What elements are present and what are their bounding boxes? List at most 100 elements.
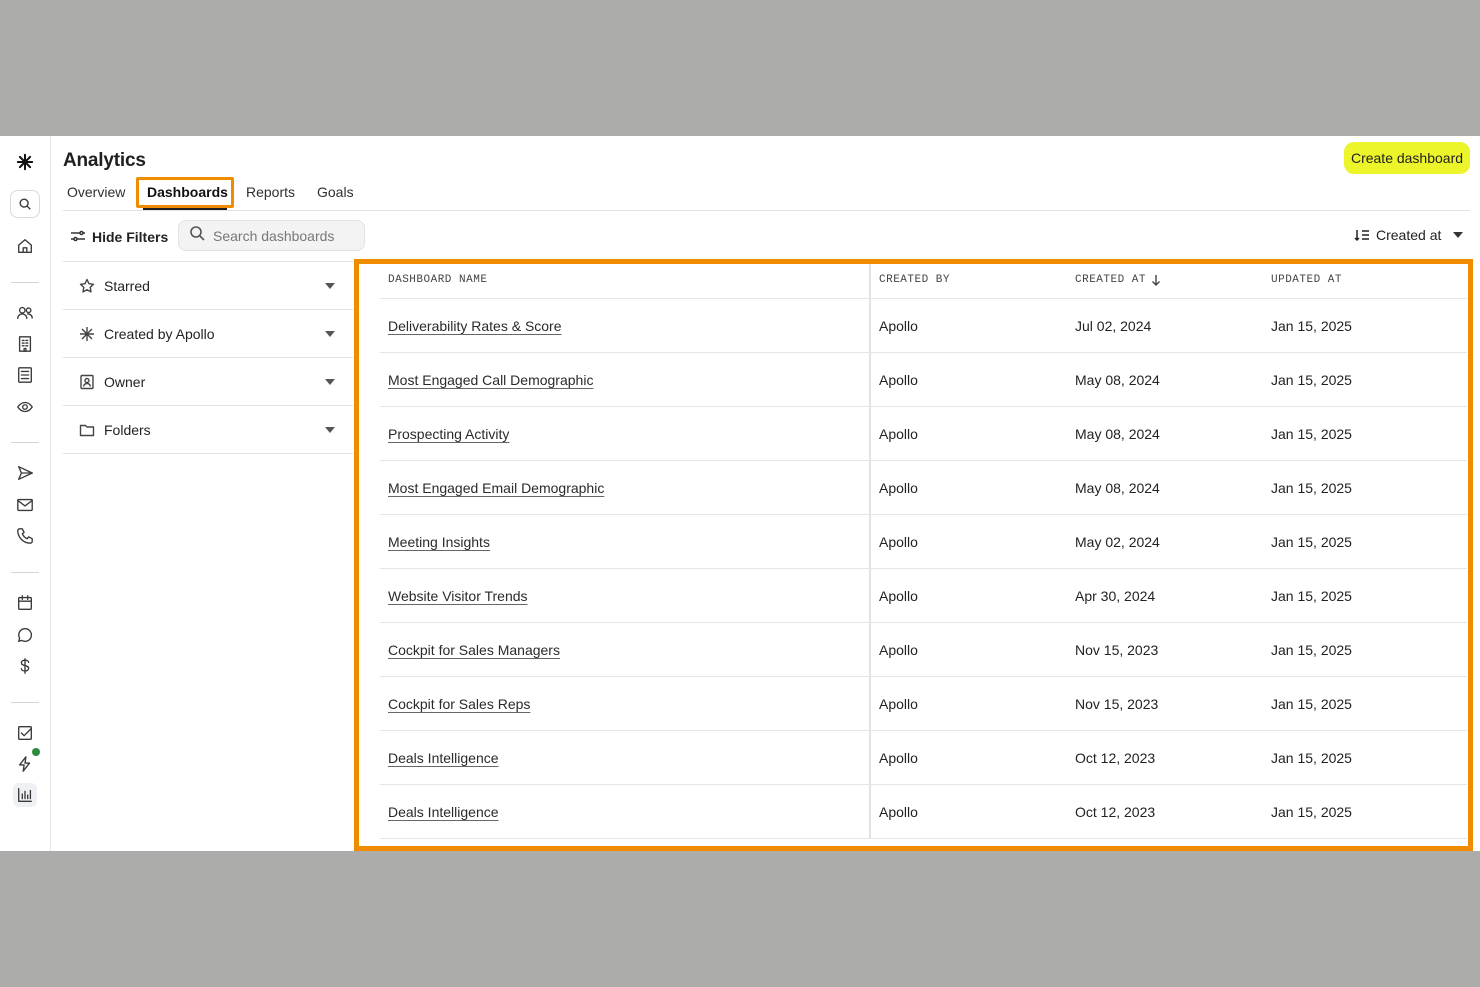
column-header-label: DASHBOARD NAME <box>388 273 488 286</box>
created-at-cell: Nov 15, 2023 <box>1075 695 1159 712</box>
chat-icon[interactable] <box>13 623 37 647</box>
column-header-dashboard-name[interactable]: DASHBOARD NAME <box>380 261 871 298</box>
table-cell: Deals Intelligence <box>380 785 871 838</box>
dashboard-name-link[interactable]: Meeting Insights <box>388 534 490 550</box>
table-cell: Meeting Insights <box>380 515 871 568</box>
table-cell: Jan 15, 2025 <box>1263 461 1467 514</box>
created-at-cell: May 08, 2024 <box>1075 371 1160 388</box>
rail-divider <box>11 282 39 283</box>
created-by-cell: Apollo <box>879 479 918 496</box>
tab-overview[interactable]: Overview <box>67 184 125 200</box>
create-dashboard-button[interactable]: Create dashboard <box>1344 142 1470 174</box>
table-cell: Jan 15, 2025 <box>1263 407 1467 460</box>
updated-at-cell: Jan 15, 2025 <box>1271 479 1352 496</box>
table-cell: Apollo <box>871 407 1067 460</box>
table-row[interactable]: Prospecting Activity Apollo May 08, 2024 Ja… <box>380 407 1467 461</box>
dashboard-name-link[interactable]: Deliverability Rates & Score <box>388 318 562 334</box>
created-by-cell: Apollo <box>879 641 918 658</box>
checkbox-icon[interactable] <box>13 721 37 745</box>
rail-divider <box>11 442 39 443</box>
table-cell: Apollo <box>871 515 1067 568</box>
table-row[interactable]: Most Engaged Call Demographic Apollo May 0… <box>380 353 1467 407</box>
updated-at-cell: Jan 15, 2025 <box>1271 803 1352 820</box>
column-header-label: CREATED AT <box>1075 273 1147 286</box>
search-dashboards-box[interactable] <box>178 220 365 251</box>
filter-owner[interactable]: Owner <box>63 358 353 406</box>
apollo-logo-icon[interactable] <box>13 150 37 174</box>
table-cell: Jan 15, 2025 <box>1263 623 1467 676</box>
chevron-down-icon <box>1453 232 1464 238</box>
hide-filters-button[interactable]: Hide Filters <box>70 227 168 247</box>
chevron-down-icon <box>325 427 335 433</box>
tab-dashboards[interactable]: Dashboards <box>147 184 228 200</box>
mail-icon[interactable] <box>13 493 37 517</box>
table-cell: Jan 15, 2025 <box>1263 677 1467 730</box>
eye-refresh-icon[interactable] <box>13 395 37 419</box>
table-cell: May 08, 2024 <box>1067 353 1263 406</box>
table-cell: May 02, 2024 <box>1067 515 1263 568</box>
column-header-updated-at[interactable]: UPDATED AT <box>1263 261 1467 298</box>
table-row[interactable]: Deliverability Rates & Score Apollo Jul 02… <box>380 299 1467 353</box>
table-cell: Jan 15, 2025 <box>1263 731 1467 784</box>
dashboard-name-link[interactable]: Most Engaged Call Demographic <box>388 372 593 388</box>
dashboard-name-link[interactable]: Website Visitor Trends <box>388 588 528 604</box>
list-icon[interactable] <box>13 363 37 387</box>
chevron-down-icon <box>325 331 335 337</box>
filter-created-by-apollo[interactable]: Created by Apollo <box>63 310 353 358</box>
filter-label: Owner <box>104 373 146 390</box>
building-icon[interactable] <box>13 332 37 356</box>
table-cell: Apr 30, 2024 <box>1067 569 1263 622</box>
phone-icon[interactable] <box>13 524 37 548</box>
table-row[interactable]: Deals Intelligence Apollo Oct 12, 2023 Jan … <box>380 785 1467 839</box>
dashboard-name-link[interactable]: Cockpit for Sales Reps <box>388 696 530 712</box>
table-cell: Apollo <box>871 461 1067 514</box>
updated-at-cell: Jan 15, 2025 <box>1271 587 1352 604</box>
updated-at-cell: Jan 15, 2025 <box>1271 641 1352 658</box>
dashboard-name-link[interactable]: Cockpit for Sales Managers <box>388 642 560 658</box>
created-at-cell: May 02, 2024 <box>1075 533 1160 550</box>
chevron-down-icon <box>325 379 335 385</box>
table-row[interactable]: Cockpit for Sales Managers Apollo Nov 15, … <box>380 623 1467 677</box>
dashboard-name-link[interactable]: Prospecting Activity <box>388 426 509 442</box>
table-cell: Deliverability Rates & Score <box>380 299 871 352</box>
search-input[interactable] <box>213 227 353 244</box>
sort-dropdown[interactable]: Created at <box>1354 227 1464 243</box>
bar-chart-icon[interactable] <box>13 783 37 807</box>
calendar-icon[interactable] <box>13 591 37 615</box>
filter-starred[interactable]: Starred <box>63 262 353 310</box>
home-icon[interactable] <box>13 234 37 258</box>
table-cell: May 08, 2024 <box>1067 461 1263 514</box>
filter-folders[interactable]: Folders <box>63 406 353 454</box>
chevron-down-icon <box>325 283 335 289</box>
table-row[interactable]: Deals Intelligence Apollo Oct 12, 2023 Jan … <box>380 731 1467 785</box>
dashboard-name-link[interactable]: Deals Intelligence <box>388 804 499 820</box>
updated-at-cell: Jan 15, 2025 <box>1271 371 1352 388</box>
updated-at-cell: Jan 15, 2025 <box>1271 317 1352 334</box>
app-window: Analytics Create dashboard Overview Dash… <box>0 136 1480 851</box>
table-row[interactable]: Website Visitor Trends Apollo Apr 30, 2024… <box>380 569 1467 623</box>
table-cell: Jan 15, 2025 <box>1263 299 1467 352</box>
column-header-label: UPDATED AT <box>1271 273 1343 286</box>
page-title: Analytics <box>63 150 146 171</box>
dashboard-name-link[interactable]: Most Engaged Email Demographic <box>388 480 604 496</box>
star-icon <box>78 277 96 295</box>
updated-at-cell: Jan 15, 2025 <box>1271 425 1352 442</box>
table-cell: Apollo <box>871 677 1067 730</box>
tab-reports[interactable]: Reports <box>246 184 295 200</box>
table-cell: Oct 12, 2023 <box>1067 785 1263 838</box>
table-row[interactable]: Most Engaged Email Demographic Apollo May … <box>380 461 1467 515</box>
created-at-cell: Oct 12, 2023 <box>1075 803 1156 820</box>
table-row[interactable]: Cockpit for Sales Reps Apollo Nov 15, 2023… <box>380 677 1467 731</box>
table-row[interactable]: Meeting Insights Apollo May 02, 2024 Jan 15… <box>380 515 1467 569</box>
table-cell: Jan 15, 2025 <box>1263 515 1467 568</box>
search-icon[interactable] <box>10 190 40 218</box>
dashboard-name-link[interactable]: Deals Intelligence <box>388 750 499 766</box>
tab-goals[interactable]: Goals <box>317 184 354 200</box>
people-icon[interactable] <box>13 301 37 325</box>
created-by-cell: Apollo <box>879 803 918 820</box>
send-icon[interactable] <box>13 461 37 485</box>
column-header-created-by[interactable]: CREATED BY <box>871 261 1067 298</box>
dollar-icon[interactable] <box>13 654 37 678</box>
column-header-created-at[interactable]: CREATED AT <box>1067 261 1263 298</box>
table-cell: Most Engaged Call Demographic <box>380 353 871 406</box>
